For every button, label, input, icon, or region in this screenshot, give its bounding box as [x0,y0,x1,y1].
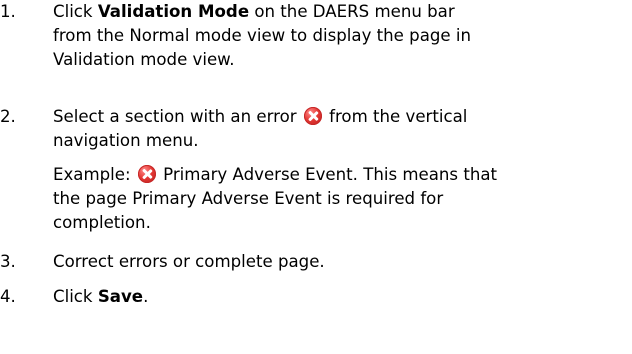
validation-mode-label: Validation Mode [97,2,250,21]
step-number: 1. [0,2,16,21]
step-content: Select a section with an error from the … [53,105,628,153]
step-number: 3. [0,252,16,271]
step-content: Click Save. [53,285,628,309]
step-line: from the Normal mode view to display the… [53,26,472,45]
example-line: completion. [53,213,151,232]
step-text: on the DAERS menu bar [249,2,455,21]
instruction-steps: 1. Click Validation Mode on the DAERS me… [0,0,632,354]
step-text: from the vertical [323,107,468,126]
save-label: Save [97,287,144,306]
example-content: Example: Primary Adverse Event. This mea… [53,163,628,235]
error-x-icon [137,165,156,183]
step-number: 2. [0,107,16,126]
example-line: Example: Primary Adverse Event. This mea… [53,163,628,187]
step-content: Click Validation Mode on the DAERS menu … [53,0,628,72]
step-text: . [143,287,149,306]
step-line: Validation mode view. [53,50,235,69]
step-content: Correct errors or complete page. [53,250,628,274]
step-line: Correct errors or complete page. [53,252,325,271]
error-x-icon [303,107,322,125]
step-text: Select a section with an error [53,107,302,126]
step-text: Click [53,287,98,306]
step-line: Select a section with an error from the … [53,105,628,129]
step-text: Click [53,2,98,21]
example-text: Example: [53,165,136,184]
example-line: the page Primary Adverse Event is requir… [53,189,444,208]
step-number: 4. [0,287,16,306]
step-line: navigation menu. [53,131,199,150]
step-line: Click Save. [53,285,628,309]
step-line: Click Validation Mode on the DAERS menu … [53,0,628,24]
example-text: Primary Adverse Event. This means that [157,165,498,184]
